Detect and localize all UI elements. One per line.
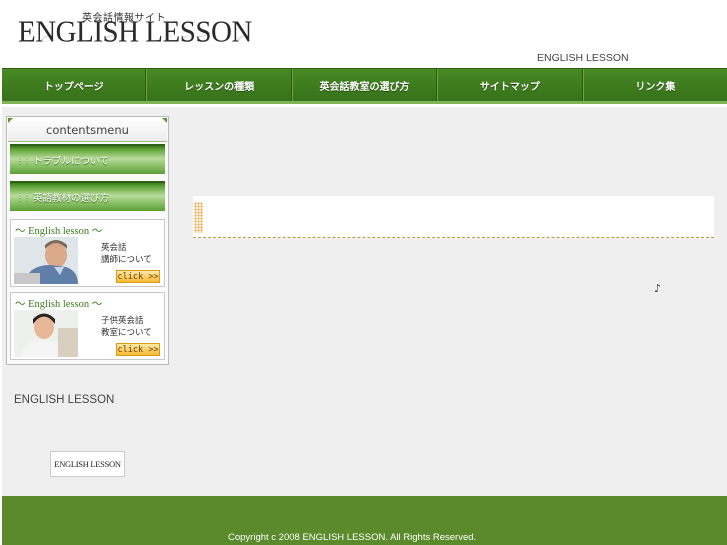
logo-reflection: ENGLISH LESSON (18, 35, 252, 44)
nav-item-lesson-types[interactable]: レッスンの種類 (146, 69, 292, 101)
music-note-icon: ♪ (654, 282, 662, 295)
click-button[interactable]: click >> (116, 270, 160, 283)
nav-item-links[interactable]: リンク集 (582, 69, 727, 101)
banner-text: 英会話 講師について (101, 243, 152, 265)
kids-photo (14, 310, 78, 357)
dots-icon: ⋮⋮ (16, 155, 31, 165)
contents-menu-title: contentsmenu (8, 118, 167, 142)
banner-kids[interactable]: 〜 English lesson 〜 子供英会話 教室について click >> (10, 292, 165, 360)
global-nav: トップページ レッスンの種類 英会話教室の選び方 サイトマップ リンク集 (2, 68, 727, 104)
sidebar-item-materials[interactable]: ⋮⋮ 英語教材の選び方 (10, 181, 165, 211)
header-site-name: ENGLISH LESSON (537, 52, 629, 64)
banner-title: 〜 English lesson 〜 (15, 226, 103, 237)
dots-icon: ⋮⋮ (16, 192, 31, 202)
sidebar-item-trouble[interactable]: ⋮⋮ トラブルについて (10, 144, 165, 174)
mini-logo-link[interactable]: ENGLISH LESSON (50, 451, 125, 477)
banner-title: 〜 English lesson 〜 (15, 299, 103, 310)
banner-teacher[interactable]: 〜 English lesson 〜 英会話 講師について click >> (10, 219, 165, 287)
main-heading-box (193, 196, 714, 238)
banner-text: 子供英会話 教室について (101, 316, 152, 338)
site-header: 英会話情報サイト ENGLISH LESSON ENGLISH LESSON E… (0, 0, 727, 68)
nav-item-sitemap[interactable]: サイトマップ (437, 69, 583, 101)
nav-item-choose-school[interactable]: 英会話教室の選び方 (291, 69, 438, 101)
sidebar: contentsmenu ⋮⋮ トラブルについて ⋮⋮ 英語教材の選び方 〜 E… (6, 116, 169, 365)
click-button[interactable]: click >> (116, 343, 160, 356)
site-logo[interactable]: ENGLISH LESSON (18, 15, 252, 50)
copyright: Copyright c 2008 ENGLISH LESSON. All Rig… (228, 532, 477, 543)
nav-item-top[interactable]: トップページ (2, 69, 147, 101)
sidebar-site-name: ENGLISH LESSON (14, 394, 115, 406)
sidebar-item-label: 英語教材の選び方 (33, 193, 110, 204)
sidebar-item-label: トラブルについて (33, 156, 109, 167)
teacher-photo (14, 237, 78, 284)
heading-dots-icon (194, 202, 203, 233)
